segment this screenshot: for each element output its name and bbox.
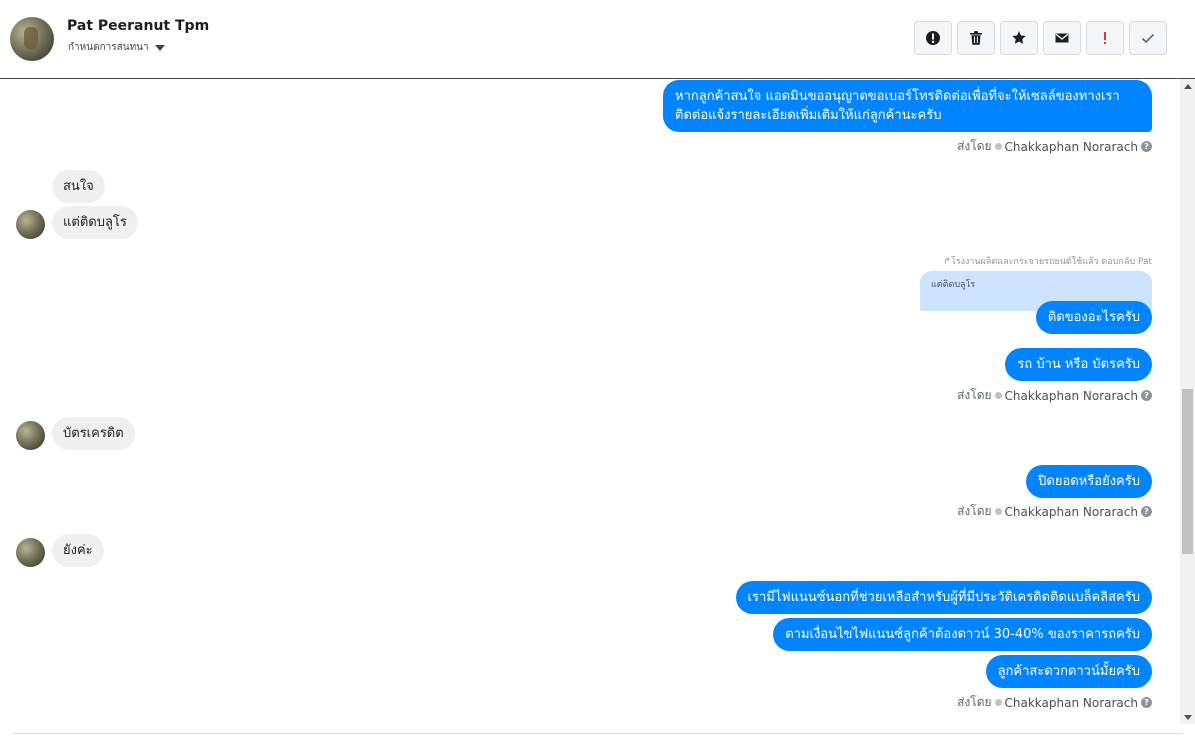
sent-by-prefix: ส่งโดย <box>957 139 992 153</box>
agent-name[interactable]: Chakkaphan Norarach <box>1005 505 1138 519</box>
help-icon[interactable]: ? <box>1141 390 1152 401</box>
outgoing-message[interactable]: เรามีไฟแนนซ์นอกที่ช่วยเหลือสำหรับผู้ที่ม… <box>735 581 1152 614</box>
outgoing-message[interactable]: หากลูกค้าสนใจ แอดมินขออนุญาตขอเบอร์โทรติ… <box>663 80 1152 132</box>
star-button[interactable] <box>1000 21 1038 55</box>
star-icon <box>1012 31 1026 44</box>
contact-name[interactable]: Pat Peeranut Tpm <box>67 18 209 34</box>
incoming-message[interactable]: ยังค่ะ <box>52 534 104 567</box>
sent-by-label: ส่งโดย Chakkaphan Norarach ? <box>957 137 1152 156</box>
agent-status-icon <box>994 143 1002 150</box>
sent-by-label: ส่งโดย Chakkaphan Norarach ? <box>957 693 1152 712</box>
help-icon[interactable]: ? <box>1141 697 1152 708</box>
reply-note: ↱โรงงานผลิตและกระจายรถยนต์ใช้แล้ว ตอบกลั… <box>943 254 1152 268</box>
mark-done-button[interactable] <box>1129 21 1167 55</box>
sent-by-label: ส่งโดย Chakkaphan Norarach ? <box>957 502 1152 521</box>
outgoing-message[interactable]: รถ บ้าน หรือ บัตรครับ <box>1005 348 1152 381</box>
scroll-down-icon <box>1183 714 1192 720</box>
check-icon <box>1141 33 1155 44</box>
schedule-dropdown[interactable]: กำหนดการสนทนา <box>68 40 165 55</box>
outgoing-message[interactable]: ลูกค้าสะดวกดาวน์มั้ยครับ <box>985 655 1152 688</box>
scroll-down-button[interactable] <box>1180 710 1195 724</box>
mark-spam-button[interactable] <box>914 21 952 55</box>
scrollbar-thumb[interactable] <box>1182 389 1193 554</box>
scroll-up-icon <box>1183 83 1192 89</box>
help-icon[interactable]: ? <box>1141 141 1152 152</box>
incoming-message[interactable]: บัตรเครดิต <box>52 417 135 450</box>
outgoing-message[interactable]: ตามเงื่อนไขไฟแนนซ์ลูกค้าต้องดาวน์ 30-40%… <box>773 618 1152 651</box>
conversation-header: Pat Peeranut Tpm กำหนดการสนทนา <box>0 0 1195 79</box>
message-thread: หากลูกค้าสนใจ แอดมินขออนุญาตขอเบอร์โทรติ… <box>0 79 1180 736</box>
follow-up-button[interactable] <box>1086 21 1124 55</box>
scroll-up-button[interactable] <box>1180 79 1195 93</box>
reply-icon: ↱ <box>943 257 951 267</box>
outgoing-message[interactable]: ปิดยอดหรือยังครับ <box>1026 465 1152 498</box>
alert-circle-icon <box>926 31 940 45</box>
incoming-message[interactable]: สนใจ <box>52 170 105 203</box>
sent-by-label: ส่งโดย Chakkaphan Norarach ? <box>957 386 1152 405</box>
outgoing-message[interactable]: ติดของอะไรครับ <box>1035 301 1152 334</box>
reply-note-text: โรงงานผลิตและกระจายรถยนต์ใช้แล้ว ตอบกลับ… <box>950 257 1152 267</box>
agent-name[interactable]: Chakkaphan Norarach <box>1005 140 1138 154</box>
envelope-icon <box>1055 33 1069 43</box>
avatar <box>16 210 45 239</box>
avatar <box>16 421 45 450</box>
sent-by-prefix: ส่งโดย <box>957 504 992 518</box>
conversation-toolbar <box>914 21 1167 55</box>
sent-by-prefix: ส่งโดย <box>957 388 992 402</box>
avatar <box>16 538 45 567</box>
trash-icon <box>970 31 982 45</box>
composer-divider <box>12 733 1182 734</box>
agent-status-icon <box>994 508 1002 515</box>
help-icon[interactable]: ? <box>1141 506 1152 517</box>
schedule-label: กำหนดการสนทนา <box>68 42 149 53</box>
agent-status-icon <box>994 699 1002 706</box>
agent-name[interactable]: Chakkaphan Norarach <box>1005 389 1138 403</box>
agent-name[interactable]: Chakkaphan Norarach <box>1005 696 1138 710</box>
avatar[interactable] <box>10 17 54 61</box>
delete-button[interactable] <box>957 21 995 55</box>
mark-unread-button[interactable] <box>1043 21 1081 55</box>
sent-by-prefix: ส่งโดย <box>957 695 992 709</box>
exclamation-icon <box>1104 32 1106 44</box>
incoming-message[interactable]: แต่ติดบลูโร <box>52 206 138 239</box>
inbox-conversation: Pat Peeranut Tpm กำหนดการสนทนา หากลูกค้า… <box>0 0 1195 736</box>
agent-status-icon <box>994 392 1002 399</box>
caret-down-icon <box>154 45 165 51</box>
scrollbar[interactable] <box>1180 79 1195 724</box>
